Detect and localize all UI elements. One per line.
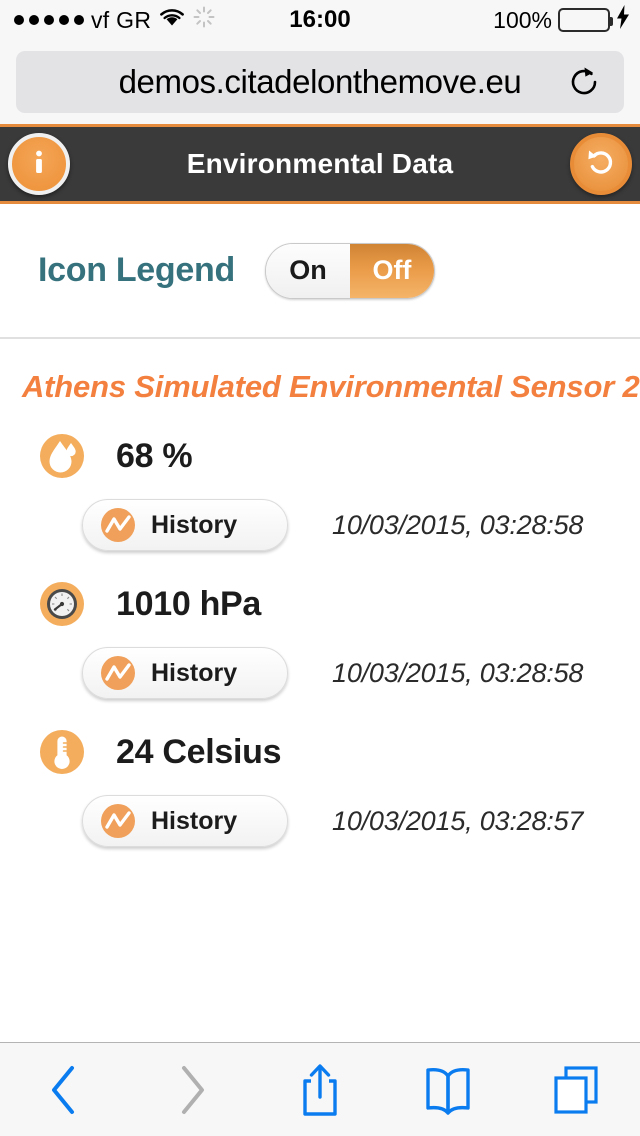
readings-list: 68 % History 10/03/2015, 03:28:58 1010 h… (0, 411, 640, 847)
browser-toolbar (0, 1042, 640, 1136)
toggle-option-on[interactable]: On (265, 243, 350, 298)
reading-meta-row: History 10/03/2015, 03:28:58 (0, 647, 640, 699)
reading-value-row: 24 Celsius (0, 721, 640, 783)
history-button[interactable]: History (82, 647, 288, 699)
refresh-button[interactable] (570, 133, 632, 195)
url-text: demos.citadelonthemove.eu (118, 63, 522, 100)
chart-line-icon (99, 802, 137, 840)
reading-value: 68 % (116, 436, 193, 475)
battery-full-icon (558, 8, 613, 32)
forward-button (149, 1058, 235, 1122)
history-button[interactable]: History (82, 795, 288, 847)
app-header: Environmental Data (0, 124, 640, 204)
refresh-undo-icon (583, 144, 619, 185)
browser-url-bar-container: demos.citadelonthemove.eu (0, 40, 640, 124)
status-bar: vf GR 16:00 100% (0, 0, 640, 40)
icon-legend-toggle[interactable]: On Off (264, 242, 435, 299)
url-input[interactable]: demos.citadelonthemove.eu (16, 51, 624, 113)
history-button-label: History (151, 510, 238, 539)
status-bar-right: 100% (493, 4, 630, 36)
battery-percent-label: 100% (493, 6, 552, 33)
reading-value: 24 Celsius (116, 732, 282, 771)
chart-line-icon (99, 506, 137, 544)
reload-icon[interactable] (566, 64, 602, 100)
phone-screen: vf GR 16:00 100% demos.citadelonthemove.… (0, 0, 640, 1136)
reading-value: 1010 hPa (116, 584, 262, 623)
history-button-label: History (151, 806, 238, 835)
history-button-label: History (151, 658, 238, 687)
thermometer-icon (38, 728, 86, 776)
info-icon (22, 145, 56, 184)
pressure-gauge-icon (38, 580, 86, 628)
chart-line-icon (99, 654, 137, 692)
back-button[interactable] (21, 1058, 107, 1122)
history-button[interactable]: History (82, 499, 288, 551)
bookmarks-button[interactable] (405, 1058, 491, 1122)
sensor-title: Athens Simulated Environmental Sensor 2 (22, 369, 640, 404)
info-button[interactable] (8, 133, 70, 195)
reading-timestamp: 10/03/2015, 03:28:58 (332, 509, 584, 540)
page-content: Icon Legend On Off Athens Simulated Envi… (0, 204, 640, 1042)
share-button[interactable] (277, 1058, 363, 1122)
reading-timestamp: 10/03/2015, 03:28:57 (332, 805, 584, 836)
app-title: Environmental Data (186, 148, 454, 179)
reading-value-row: 68 % (0, 425, 640, 487)
toggle-option-off[interactable]: Off (349, 243, 434, 298)
tabs-button[interactable] (533, 1058, 619, 1122)
reading-meta-row: History 10/03/2015, 03:28:58 (0, 499, 640, 551)
reading-item: 1010 hPa History 10/03/2015, 03:28:58 (0, 573, 640, 699)
reading-item: 24 Celsius History 10/03/2015, 03:28:57 (0, 721, 640, 847)
reading-meta-row: History 10/03/2015, 03:28:57 (0, 795, 640, 847)
reading-item: 68 % History 10/03/2015, 03:28:58 (0, 425, 640, 551)
lightning-bolt-icon (616, 4, 630, 36)
reading-timestamp: 10/03/2015, 03:28:58 (332, 657, 584, 688)
reading-value-row: 1010 hPa (0, 573, 640, 635)
icon-legend-label: Icon Legend (38, 251, 235, 289)
icon-legend-row: Icon Legend On Off (0, 204, 640, 339)
humidity-droplet-icon (38, 432, 86, 480)
